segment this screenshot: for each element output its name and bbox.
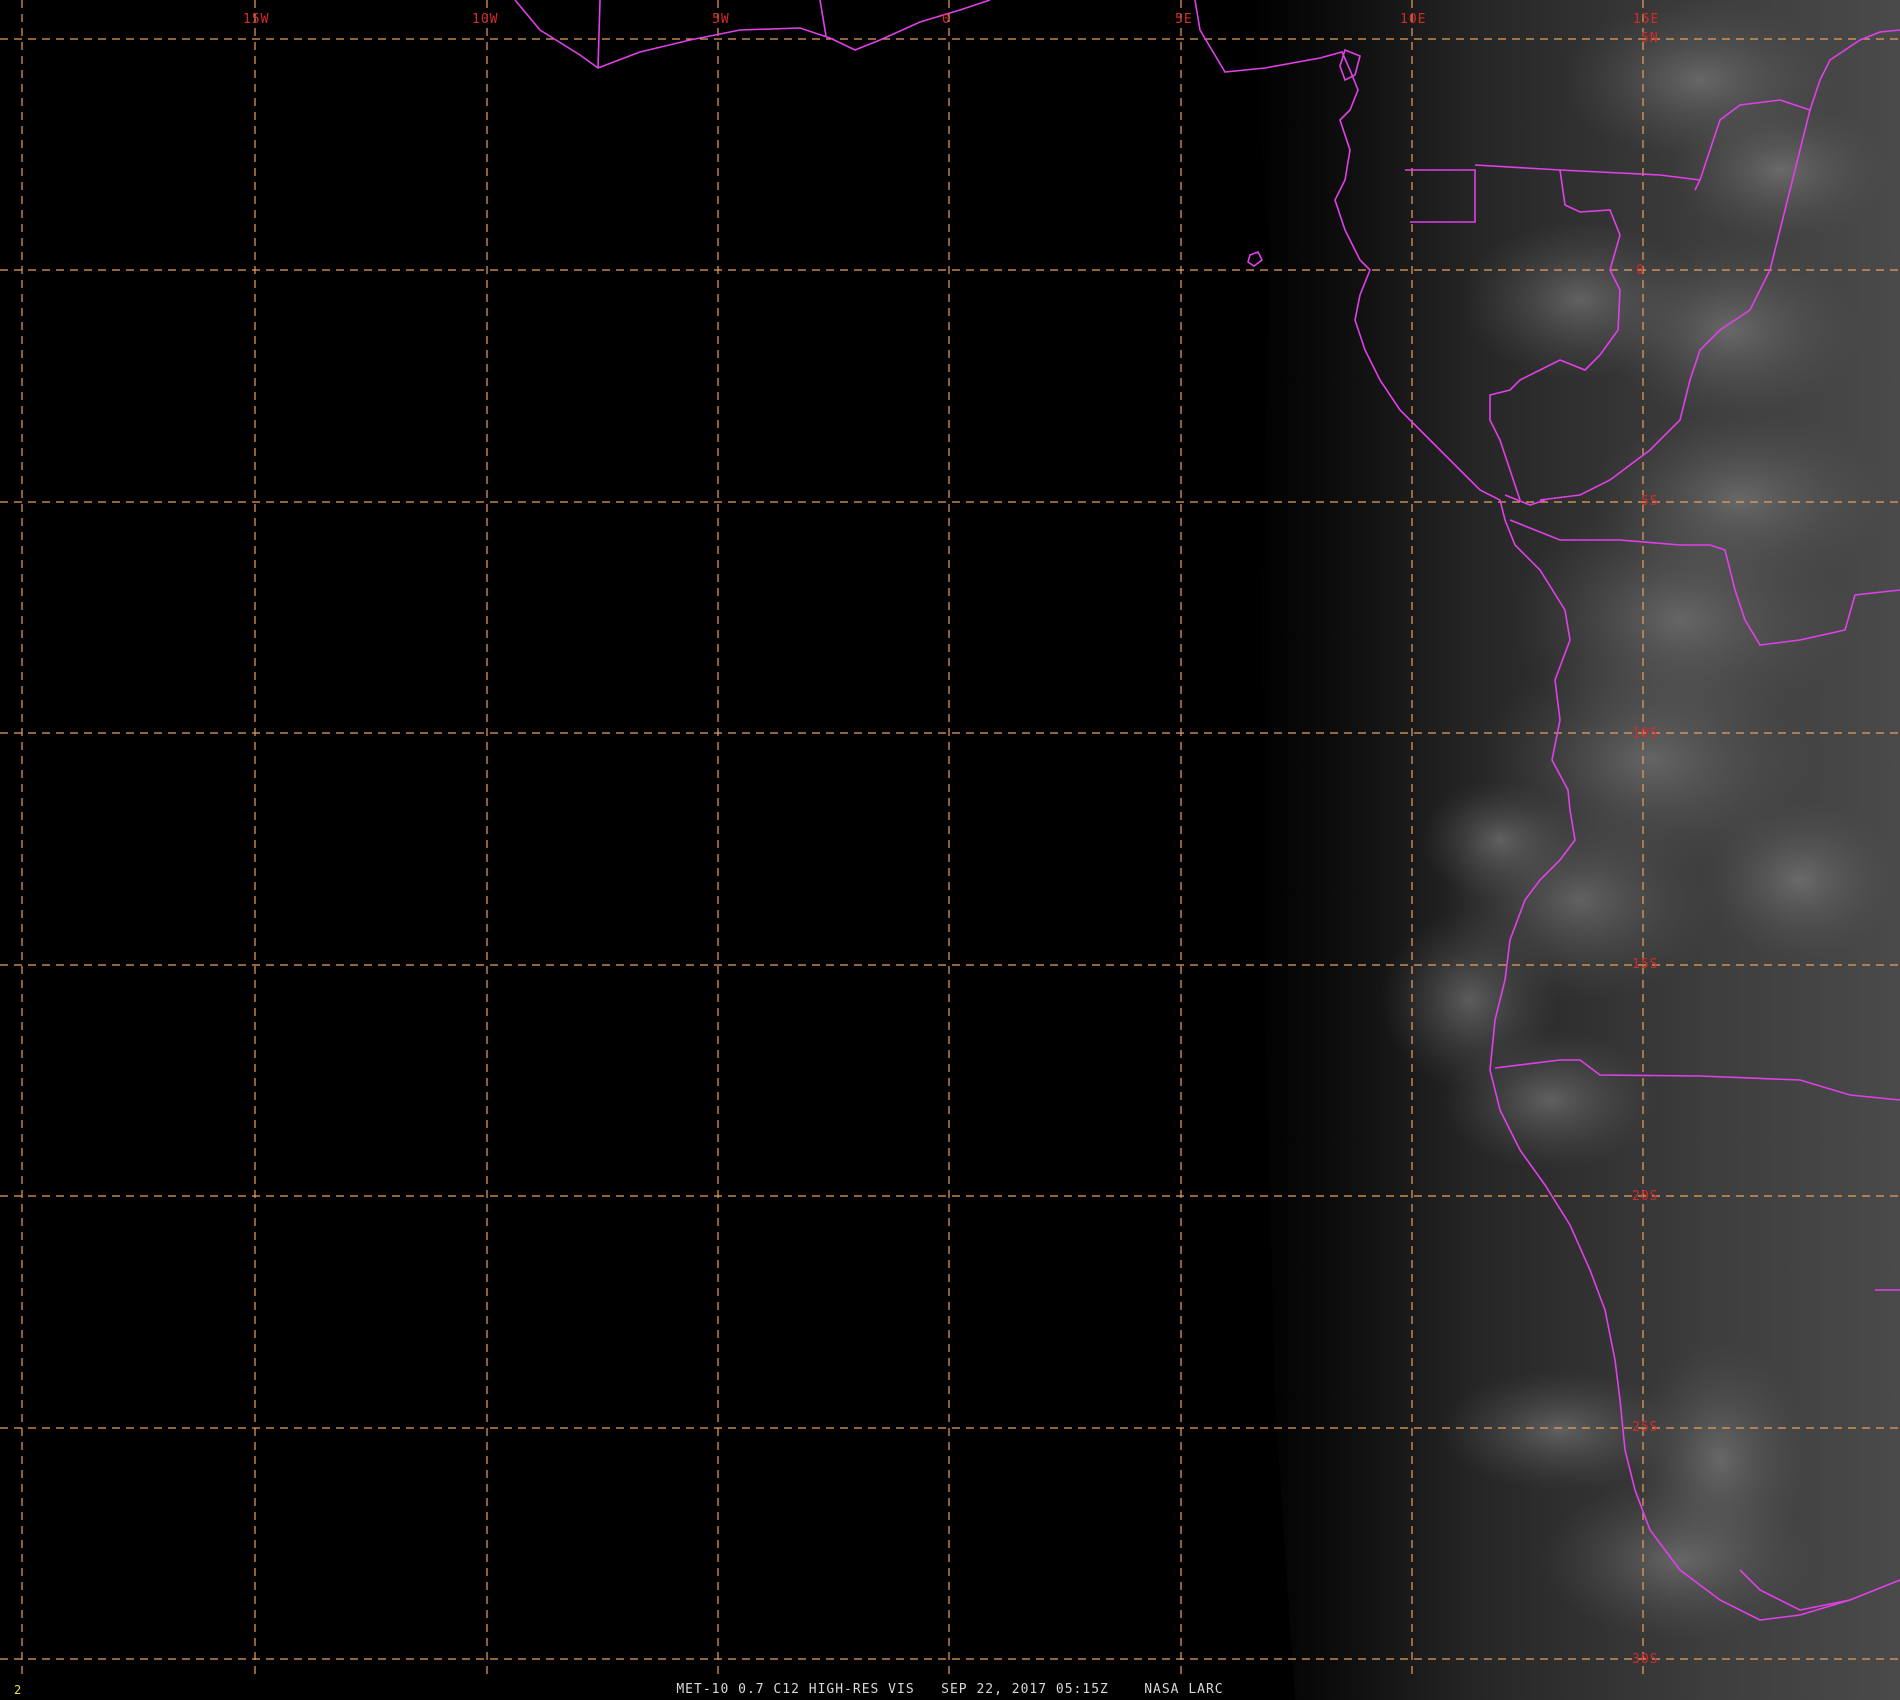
latitude-label: 5N [1641, 31, 1659, 46]
caption-timestamp: SEP 22, 2017 05:15Z [941, 1682, 1109, 1697]
longitude-label: 10E [1400, 12, 1426, 27]
map-layer: 15W 10W 5W 0 5E 10E 15E 5N 0 5S 10S 15S … [0, 0, 1900, 1700]
latitude-label: 5S [1641, 494, 1659, 509]
longitude-label: 5E [1175, 12, 1193, 27]
west-africa-inland-border [819, 0, 827, 37]
longitude-label: 15W [243, 12, 269, 27]
longitude-label: 10W [472, 12, 498, 27]
satellite-map: 15W 10W 5W 0 5E 10E 15E 5N 0 5S 10S 15S … [0, 0, 1900, 1700]
image-caption: MET-10 0.7 C12 HIGH-RES VIS SEP 22, 2017… [0, 1682, 1900, 1697]
latitude-label: 0 [1636, 263, 1645, 278]
caption-channel: MET-10 0.7 C12 HIGH-RES VIS [676, 1682, 915, 1697]
longitude-label: 5W [712, 12, 730, 27]
latitude-label: 20S [1632, 1189, 1658, 1204]
island-sao-tome [1247, 250, 1264, 267]
west-africa-inland-border [597, 0, 601, 69]
caption-source: NASA LARC [1144, 1682, 1224, 1697]
longitude-label: 15E [1633, 12, 1659, 27]
latitude-label: 30S [1632, 1652, 1658, 1667]
latitude-label: 15S [1632, 957, 1658, 972]
latitude-label: 10S [1632, 726, 1658, 741]
longitude-label: 0 [942, 12, 951, 27]
latitude-label: 25S [1632, 1420, 1658, 1435]
west-africa-coastline [514, 0, 991, 69]
